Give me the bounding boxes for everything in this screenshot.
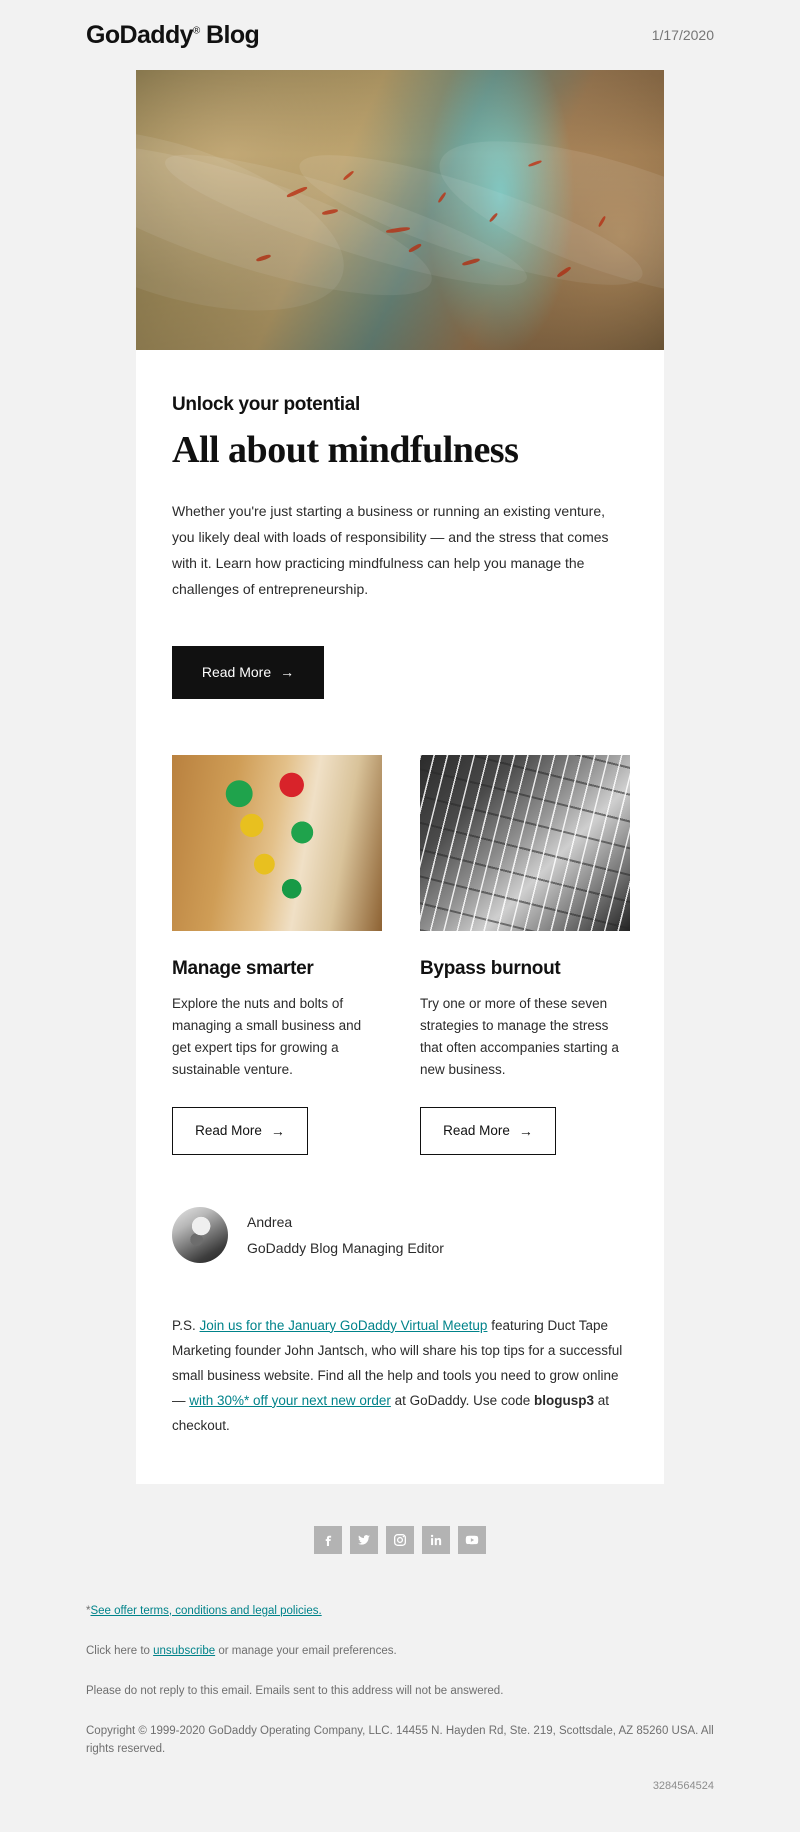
article-text-manage-smarter: Explore the nuts and bolts of managing a…	[172, 995, 362, 1077]
email-body: Unlock your potential All about mindfuln…	[136, 350, 664, 1484]
author-block: Andrea GoDaddy Blog Managing Editor	[172, 1206, 628, 1263]
article-title-manage-smarter: Manage smarter	[172, 957, 314, 979]
ps-prefix: P.S.	[172, 1317, 200, 1333]
brand-name: GoDaddy	[86, 20, 194, 49]
linkedin-icon[interactable]	[422, 1525, 450, 1554]
read-more-button-main[interactable]: Read More →	[172, 645, 324, 699]
offer-terms-link[interactable]: See offer terms, conditions and legal po…	[90, 1605, 321, 1617]
social-links	[0, 1525, 800, 1554]
read-more-button-bypass-burnout[interactable]: Read More →	[420, 1106, 556, 1155]
offer-terms-line: *See offer terms, conditions and legal p…	[86, 1602, 714, 1620]
arrow-right-icon: →	[518, 1122, 533, 1139]
promo-code: blogusp3	[533, 1392, 594, 1408]
trademark-symbol: ®	[192, 25, 200, 37]
author-role: GoDaddy Blog Managing Editor	[247, 1239, 444, 1256]
author-name: Andrea	[247, 1213, 293, 1230]
read-more-label: Read More	[443, 1123, 510, 1139]
avatar	[172, 1206, 228, 1263]
read-more-label: Read More	[201, 664, 272, 681]
read-more-button-manage-smarter[interactable]: Read More →	[172, 1106, 308, 1155]
brand-suffix: Blog	[199, 20, 260, 49]
twitter-icon[interactable]	[350, 1525, 378, 1554]
article-text-bypass-burnout: Try one or more of these seven strategie…	[420, 995, 619, 1077]
copyright-notice: Copyright © 1999-2020 GoDaddy Operating …	[86, 1724, 714, 1755]
hero-image	[136, 70, 664, 350]
unsubscribe-suffix: or manage your email preferences.	[215, 1644, 397, 1657]
brand-logo[interactable]: GoDaddy® Blog	[86, 20, 260, 50]
no-reply-notice: Please do not reply to this email. Email…	[86, 1684, 504, 1697]
offer-link[interactable]: with 30%* off your next new order	[189, 1393, 391, 1408]
article-card-manage-smarter: Manage smarter Explore the nuts and bolt…	[172, 754, 382, 1155]
facebook-icon[interactable]	[314, 1525, 342, 1554]
youtube-icon[interactable]	[458, 1525, 486, 1554]
article-columns: Manage smarter Explore the nuts and bolt…	[172, 754, 630, 1155]
email-date: 1/17/2020	[651, 27, 714, 43]
ps-mid-2: at GoDaddy. Use code	[390, 1392, 534, 1408]
unsubscribe-line: Click here to unsubscribe or manage your…	[86, 1642, 714, 1660]
email-header: GoDaddy® Blog 1/17/2020	[0, 0, 800, 70]
meetup-link[interactable]: Join us for the January GoDaddy Virtual …	[200, 1318, 488, 1333]
article-card-bypass-burnout: Bypass burnout Try one or more of these …	[420, 754, 630, 1155]
email-card: Unlock your potential All about mindfuln…	[136, 70, 664, 1484]
unsubscribe-link[interactable]: unsubscribe	[153, 1645, 215, 1657]
read-more-label: Read More	[195, 1123, 262, 1139]
arrow-right-icon: →	[280, 664, 295, 681]
arrow-right-icon: →	[270, 1122, 285, 1139]
lead-paragraph: Whether you're just starting a business …	[172, 502, 609, 597]
legal-footer: *See offer terms, conditions and legal p…	[0, 1602, 800, 1758]
email-page: GoDaddy® Blog 1/17/2020 Unlock your pote…	[0, 0, 800, 1832]
eyebrow-text: Unlock your potential	[172, 394, 360, 415]
page-title: All about mindfulness	[172, 429, 519, 471]
article-thumbnail-manage-smarter[interactable]	[172, 754, 382, 931]
article-thumbnail-bypass-burnout[interactable]	[420, 754, 630, 931]
instagram-icon[interactable]	[386, 1525, 414, 1554]
postscript-paragraph: P.S. Join us for the January GoDaddy Vir…	[172, 1313, 627, 1484]
reference-number: 3284564524	[652, 1779, 714, 1792]
article-title-bypass-burnout: Bypass burnout	[420, 957, 561, 979]
unsubscribe-prefix: Click here to	[86, 1644, 154, 1657]
